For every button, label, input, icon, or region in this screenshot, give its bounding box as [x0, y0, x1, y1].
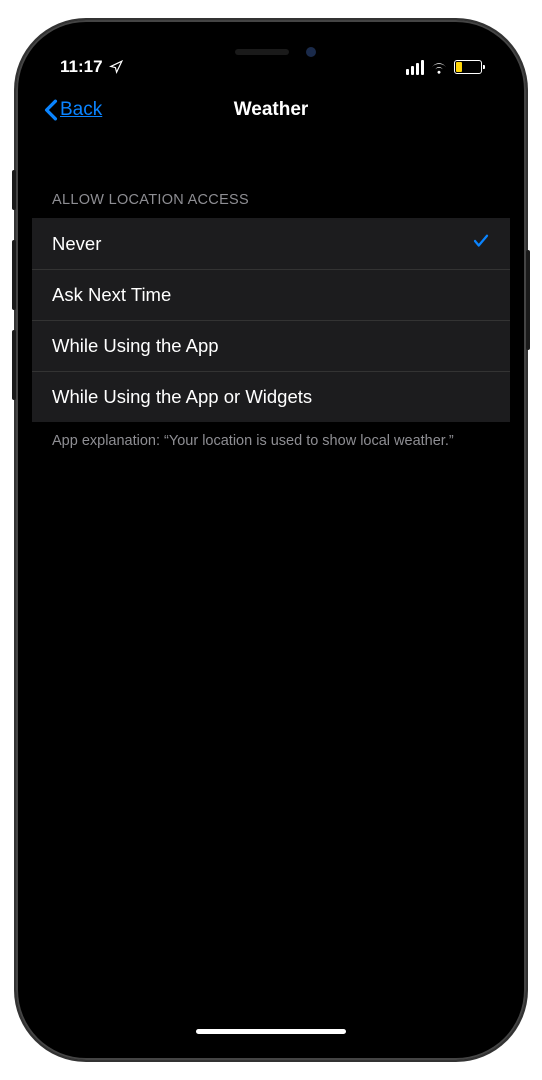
battery-level-low	[456, 62, 462, 72]
volume-up-button	[12, 240, 16, 310]
option-while-using-app-or-widgets[interactable]: While Using the App or Widgets	[32, 372, 510, 422]
option-label: Never	[52, 233, 101, 255]
battery-icon	[454, 60, 482, 74]
volume-down-button	[12, 330, 16, 400]
status-time: 11:17	[60, 57, 103, 77]
side-button	[526, 250, 530, 350]
option-ask-next-time[interactable]: Ask Next Time	[32, 270, 510, 321]
cellular-signal-icon	[406, 60, 424, 75]
screen: 11:17	[32, 36, 510, 1044]
section-header: ALLOW LOCATION ACCESS	[32, 192, 510, 218]
navigation-bar: Back Weather	[32, 84, 510, 136]
option-label: While Using the App	[52, 335, 219, 357]
notch	[166, 36, 376, 68]
back-button[interactable]: Back	[44, 99, 102, 121]
home-indicator[interactable]	[196, 1029, 346, 1034]
speaker	[235, 49, 289, 55]
page-title: Weather	[234, 99, 309, 121]
option-label: Ask Next Time	[52, 284, 171, 306]
section-footer: App explanation: “Your location is used …	[32, 422, 510, 462]
option-label: While Using the App or Widgets	[52, 386, 312, 408]
phone-frame: 11:17	[16, 20, 526, 1060]
chevron-left-icon	[44, 99, 58, 121]
checkmark-icon	[472, 232, 490, 255]
location-access-list: Never Ask Next Time While Using the App …	[32, 218, 510, 422]
content: ALLOW LOCATION ACCESS Never Ask Next Tim…	[32, 136, 510, 462]
mute-switch	[12, 170, 16, 210]
front-camera	[306, 47, 316, 57]
back-label: Back	[60, 99, 102, 121]
option-while-using-app[interactable]: While Using the App	[32, 321, 510, 372]
option-never[interactable]: Never	[32, 218, 510, 270]
location-services-icon	[109, 60, 123, 74]
wifi-icon	[430, 60, 448, 74]
